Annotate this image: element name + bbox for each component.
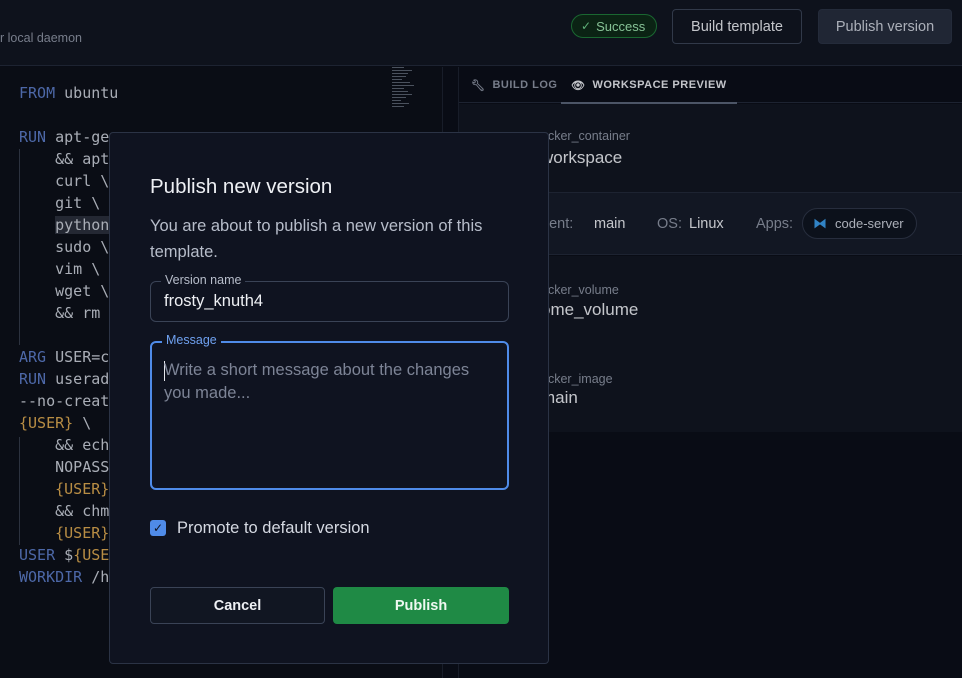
message-textarea[interactable]: Write a short message about the changes … — [164, 359, 494, 405]
dialog-title: Publish new version — [150, 175, 333, 198]
version-name-label: Version name — [161, 273, 246, 287]
promote-checkbox[interactable]: ✓ — [150, 520, 166, 536]
publish-dialog: Publish new version You are about to pub… — [109, 132, 549, 664]
promote-label[interactable]: Promote to default version — [177, 519, 370, 538]
message-label: Message — [162, 333, 221, 347]
message-field[interactable]: Message Write a short message about the … — [150, 333, 509, 490]
cancel-button[interactable]: Cancel — [150, 587, 325, 624]
version-name-input[interactable]: frosty_knuth4 — [164, 292, 263, 311]
dialog-description: You are about to publish a new version o… — [150, 217, 483, 261]
publish-button[interactable]: Publish — [333, 587, 509, 624]
version-name-field[interactable]: Version name frosty_knuth4 — [150, 273, 509, 322]
